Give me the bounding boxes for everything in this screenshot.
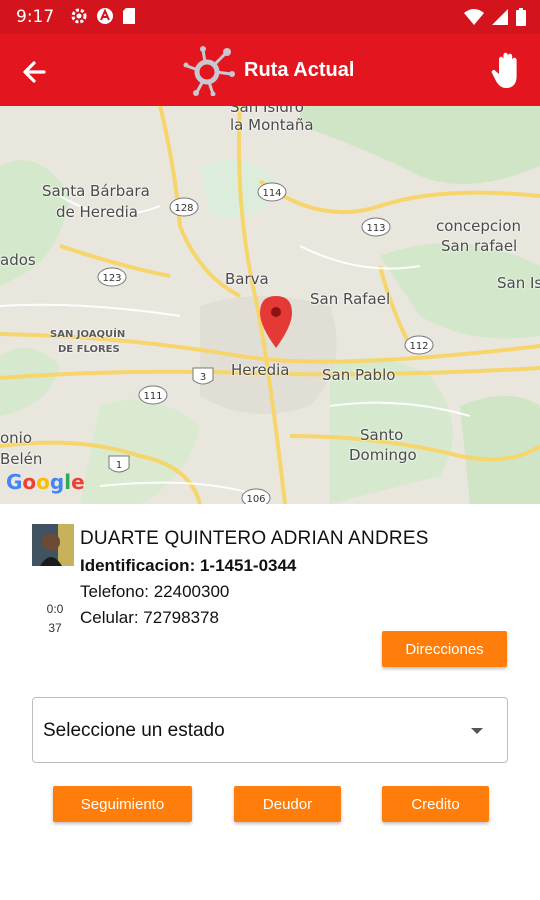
- status-icons-left: [70, 7, 136, 25]
- directions-button[interactable]: Direcciones: [382, 631, 507, 667]
- route-shield: 3: [192, 367, 214, 385]
- route-shield: 128: [169, 197, 199, 217]
- gear-icon: [71, 8, 87, 24]
- app-a-icon: [97, 8, 113, 24]
- route-shield-label: 113: [366, 223, 385, 234]
- map-graphics: 114 128 113 123 112 3 111 1 106: [0, 106, 540, 504]
- map[interactable]: 114 128 113 123 112 3 111 1 106 San Isid…: [0, 106, 540, 504]
- route-shield-label: 123: [102, 273, 121, 284]
- route-shield-label: 111: [143, 391, 162, 402]
- route-shield-label: 112: [409, 341, 428, 352]
- avatar: [32, 524, 74, 566]
- google-logo: Google: [6, 470, 85, 494]
- route-shield: 1: [108, 455, 130, 473]
- client-name: DUARTE QUINTERO ADRIAN ANDRES: [80, 528, 429, 549]
- credit-button[interactable]: Credito: [382, 786, 489, 822]
- route-shield: 112: [404, 335, 434, 355]
- timer-line: 37: [48, 621, 62, 635]
- status-select-value: Seleccione un estado: [43, 720, 225, 741]
- map-label: Heredia: [231, 361, 290, 379]
- route-shield-label: 114: [262, 188, 281, 199]
- map-label: San Pablo: [322, 366, 396, 384]
- debtor-button[interactable]: Deudor: [234, 786, 341, 822]
- map-label: la Montaña: [230, 116, 314, 134]
- route-shield: 106: [241, 488, 271, 504]
- sd-card-icon: [123, 8, 135, 24]
- client-id-value: 1-1451-0344: [199, 556, 297, 575]
- route-shield: 123: [97, 267, 127, 287]
- hand-icon[interactable]: [490, 50, 524, 90]
- map-label: onio: [0, 429, 33, 447]
- map-label: DE FLORES: [58, 344, 120, 355]
- page-title: Ruta Actual: [244, 59, 355, 81]
- follow-up-button[interactable]: Seguimiento: [53, 786, 192, 822]
- map-label: San Rafael: [310, 290, 391, 308]
- map-label: de Heredia: [56, 203, 138, 221]
- map-label: ados: [0, 251, 36, 269]
- status-select[interactable]: Seleccione un estado: [32, 697, 508, 763]
- route-shield-label: 128: [174, 203, 193, 214]
- route-shield: 113: [361, 217, 391, 237]
- client-card: 0:0 37 DUARTE QUINTERO ADRIAN ANDRES Ide…: [0, 504, 540, 900]
- status-icons-right: [464, 8, 526, 26]
- map-label: San rafael: [441, 237, 518, 255]
- route-shield-label: 106: [246, 494, 265, 504]
- back-arrow-icon[interactable]: [16, 54, 52, 90]
- status-time: 9:17: [16, 7, 55, 27]
- map-label: concepcion: [436, 217, 522, 235]
- route-shield: 114: [257, 182, 287, 202]
- map-label: San Isidro: [230, 106, 304, 116]
- wifi-icon: [464, 9, 484, 25]
- app-logo-icon: [183, 46, 235, 96]
- client-phone: Telefono: 22400300: [80, 582, 230, 601]
- map-label: Santo: [360, 426, 404, 444]
- map-label: SAN JOAQUÍN: [50, 329, 126, 340]
- map-label: Santa Bárbara: [42, 182, 150, 200]
- battery-icon: [516, 8, 526, 26]
- map-label: Belén: [0, 450, 43, 468]
- signal-icon: [492, 9, 508, 25]
- chevron-down-icon: [471, 728, 483, 734]
- route-shield-label: 3: [200, 372, 206, 383]
- timer: 0:0 37: [42, 600, 68, 638]
- client-mobile: Celular: 72798378: [80, 608, 219, 627]
- route-shield: 111: [138, 385, 168, 405]
- app-bar: Ruta Actual: [0, 34, 540, 106]
- status-bar: 9:17: [0, 0, 540, 34]
- client-id-label: Identificacion:: [80, 556, 196, 575]
- map-label: Barva: [225, 270, 269, 288]
- route-shield-label: 1: [116, 460, 122, 471]
- client-id: Identificacion: 1-1451-0344: [80, 556, 296, 576]
- map-label: San Is: [497, 274, 540, 292]
- map-label: Domingo: [349, 446, 417, 464]
- timer-line: 0:0: [46, 602, 64, 616]
